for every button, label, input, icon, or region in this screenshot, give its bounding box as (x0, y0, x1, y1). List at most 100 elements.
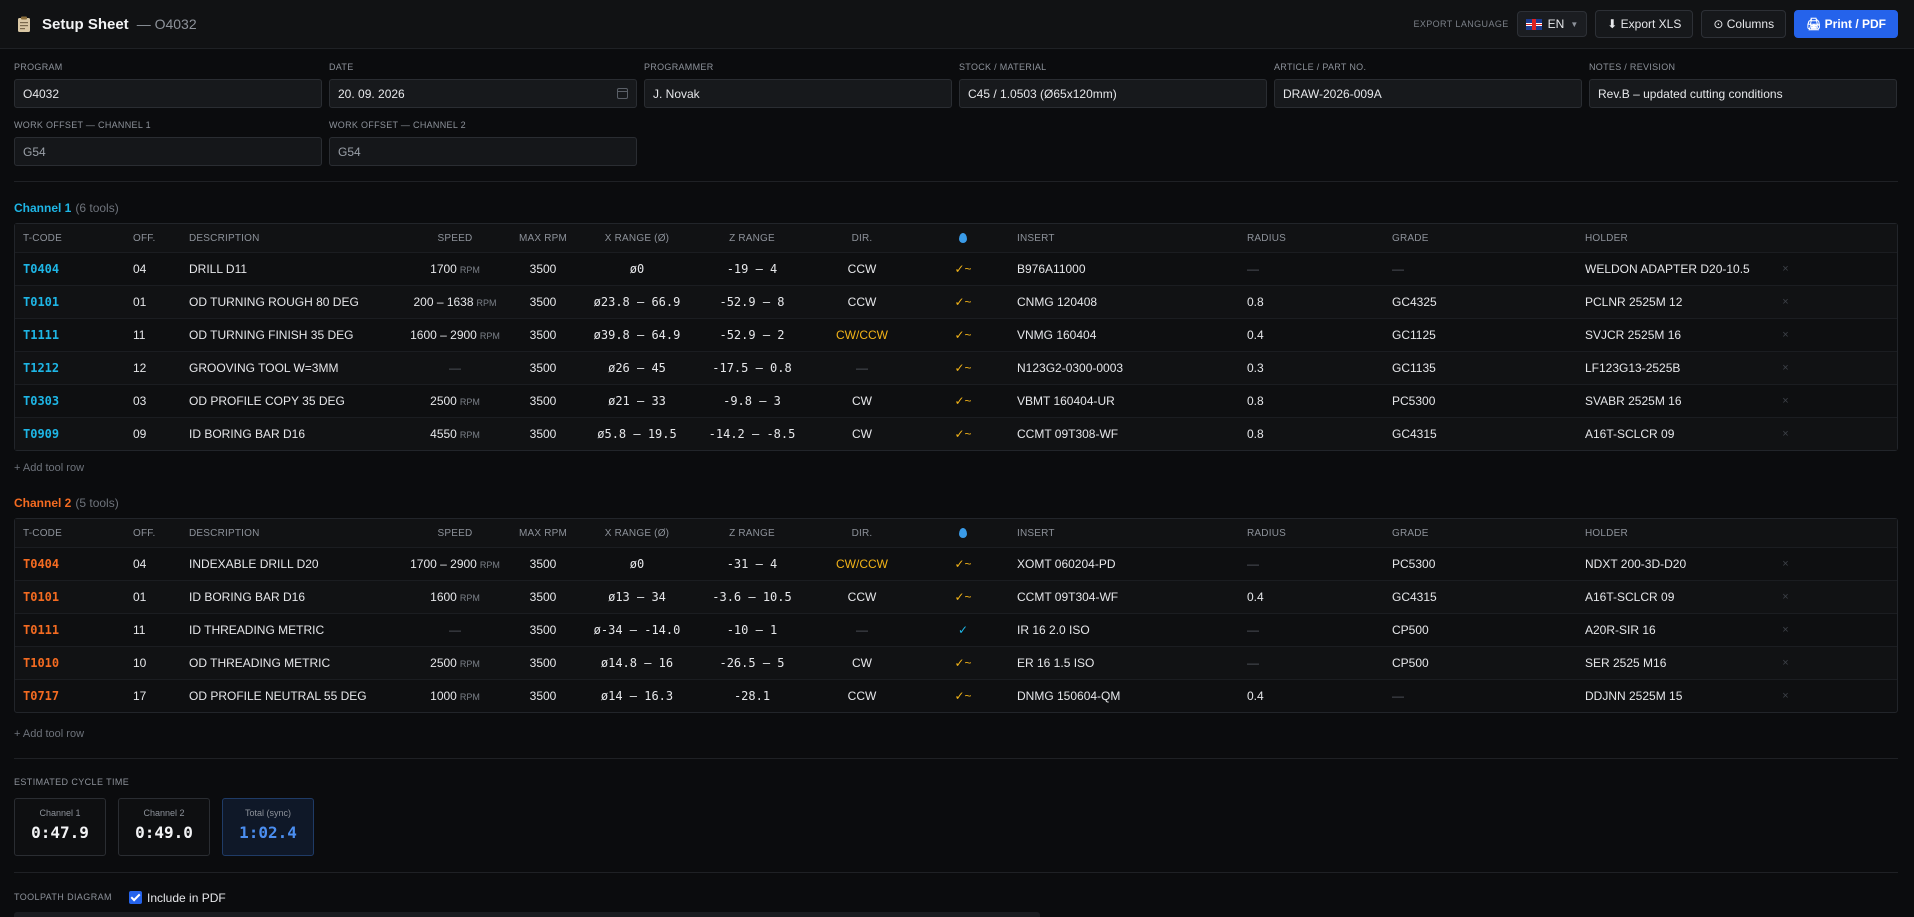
tcode-cell[interactable]: T0404 (15, 557, 125, 571)
radius-cell[interactable]: — (1239, 262, 1384, 276)
program-input[interactable]: O4032 (14, 79, 322, 108)
description-cell[interactable]: OD TURNING FINISH 35 DEG (181, 328, 401, 342)
grade-cell[interactable]: GC4325 (1384, 295, 1577, 309)
x-range-cell[interactable]: ø14 – 16.3 (577, 689, 697, 703)
z-range-cell[interactable]: -52.9 – 8 (697, 295, 807, 309)
description-cell[interactable]: INDEXABLE DRILL D20 (181, 557, 401, 571)
radius-cell[interactable]: 0.4 (1239, 590, 1384, 604)
tcode-cell[interactable]: T0909 (15, 427, 125, 441)
z-range-cell[interactable]: -28.1 (697, 689, 807, 703)
delete-row-icon[interactable]: × (1772, 428, 1799, 440)
offset-cell[interactable]: 04 (125, 262, 181, 276)
table-row[interactable]: T0909 09 ID BORING BAR D16 4550 RPM 3500 ø5.8 … (15, 417, 1897, 450)
description-cell[interactable]: OD PROFILE COPY 35 DEG (181, 394, 401, 408)
coolant-cell[interactable]: ✓~ (917, 262, 1009, 276)
max-rpm-cell[interactable]: 3500 (509, 328, 577, 342)
description-cell[interactable]: OD THREADING METRIC (181, 656, 401, 670)
tcode-cell[interactable]: T1212 (15, 361, 125, 375)
delete-row-icon[interactable]: × (1772, 296, 1799, 308)
grade-cell[interactable]: — (1384, 689, 1577, 703)
delete-row-icon[interactable]: × (1772, 329, 1799, 341)
x-range-cell[interactable]: ø23.8 – 66.9 (577, 295, 697, 309)
work-offset-ch1-input[interactable]: G54 (14, 137, 322, 166)
max-rpm-cell[interactable]: 3500 (509, 590, 577, 604)
x-range-cell[interactable]: ø5.8 – 19.5 (577, 427, 697, 441)
grade-cell[interactable]: GC4315 (1384, 590, 1577, 604)
description-cell[interactable]: ID THREADING METRIC (181, 623, 401, 637)
grade-cell[interactable]: CP500 (1384, 623, 1577, 637)
tcode-cell[interactable]: T0101 (15, 590, 125, 604)
offset-cell[interactable]: 09 (125, 427, 181, 441)
table-row[interactable]: T0717 17 OD PROFILE NEUTRAL 55 DEG 1000 RPM 3… (15, 679, 1897, 712)
speed-cell[interactable]: 1600 RPM (401, 590, 509, 604)
direction-cell[interactable]: — (807, 361, 917, 375)
print-pdf-button[interactable]: 🖨 Print / PDF (1794, 10, 1898, 38)
delete-row-icon[interactable]: × (1772, 690, 1799, 702)
tcode-cell[interactable]: T0111 (15, 623, 125, 637)
insert-cell[interactable]: VNMG 160404 (1009, 328, 1239, 342)
calendar-icon[interactable] (617, 88, 628, 99)
insert-cell[interactable]: VBMT 160404-UR (1009, 394, 1239, 408)
delete-row-icon[interactable]: × (1772, 624, 1799, 636)
insert-cell[interactable]: CCMT 09T308-WF (1009, 427, 1239, 441)
delete-row-icon[interactable]: × (1772, 362, 1799, 374)
tcode-cell[interactable]: T0303 (15, 394, 125, 408)
radius-cell[interactable]: 0.8 (1239, 427, 1384, 441)
table-row[interactable]: T0404 04 INDEXABLE DRILL D20 1700 – 2900 RPM… (15, 547, 1897, 580)
tcode-cell[interactable]: T0404 (15, 262, 125, 276)
holder-cell[interactable]: NDXT 200-3D-D20 (1577, 557, 1772, 571)
offset-cell[interactable]: 11 (125, 623, 181, 637)
offset-cell[interactable]: 10 (125, 656, 181, 670)
coolant-cell[interactable]: ✓~ (917, 361, 1009, 375)
direction-cell[interactable]: CW (807, 656, 917, 670)
table-row[interactable]: T0111 11 ID THREADING METRIC — 3500 ø-34 – -1… (15, 613, 1897, 646)
holder-cell[interactable]: SER 2525 M16 (1577, 656, 1772, 670)
insert-cell[interactable]: CCMT 09T304-WF (1009, 590, 1239, 604)
description-cell[interactable]: GROOVING TOOL W=3MM (181, 361, 401, 375)
grade-cell[interactable]: GC1135 (1384, 361, 1577, 375)
programmer-input[interactable]: J. Novak (644, 79, 952, 108)
z-range-cell[interactable]: -3.6 – 10.5 (697, 590, 807, 604)
x-range-cell[interactable]: ø0 (577, 262, 697, 276)
speed-cell[interactable]: 2500 RPM (401, 394, 509, 408)
include-pdf-option[interactable]: Include in PDF (129, 889, 226, 905)
max-rpm-cell[interactable]: 3500 (509, 427, 577, 441)
notes-input[interactable]: Rev.B – updated cutting conditions (1589, 79, 1897, 108)
description-cell[interactable]: OD PROFILE NEUTRAL 55 DEG (181, 689, 401, 703)
delete-row-icon[interactable]: × (1772, 591, 1799, 603)
speed-cell[interactable]: — (401, 623, 509, 637)
grade-cell[interactable]: GC1125 (1384, 328, 1577, 342)
z-range-cell[interactable]: -52.9 – 2 (697, 328, 807, 342)
radius-cell[interactable]: — (1239, 557, 1384, 571)
max-rpm-cell[interactable]: 3500 (509, 295, 577, 309)
holder-cell[interactable]: A16T-SCLCR 09 (1577, 590, 1772, 604)
direction-cell[interactable]: CW (807, 427, 917, 441)
speed-cell[interactable]: 1600 – 2900 RPM (401, 328, 509, 342)
grade-cell[interactable]: PC5300 (1384, 557, 1577, 571)
delete-row-icon[interactable]: × (1772, 558, 1799, 570)
radius-cell[interactable]: 0.4 (1239, 689, 1384, 703)
coolant-cell[interactable]: ✓~ (917, 656, 1009, 670)
max-rpm-cell[interactable]: 3500 (509, 656, 577, 670)
tcode-cell[interactable]: T1111 (15, 328, 125, 342)
z-range-cell[interactable]: -17.5 – 0.8 (697, 361, 807, 375)
stock-input[interactable]: C45 / 1.0503 (Ø65x120mm) (959, 79, 1267, 108)
max-rpm-cell[interactable]: 3500 (509, 361, 577, 375)
description-cell[interactable]: DRILL D11 (181, 262, 401, 276)
date-input[interactable]: 20. 09. 2026 (329, 79, 637, 108)
direction-cell[interactable]: — (807, 623, 917, 637)
table-row[interactable]: T0101 01 OD TURNING ROUGH 80 DEG 200 – 1638… (15, 285, 1897, 318)
grade-cell[interactable]: PC5300 (1384, 394, 1577, 408)
tcode-cell[interactable]: T0101 (15, 295, 125, 309)
speed-cell[interactable]: — (401, 361, 509, 375)
max-rpm-cell[interactable]: 3500 (509, 262, 577, 276)
coolant-cell[interactable]: ✓~ (917, 295, 1009, 309)
radius-cell[interactable]: 0.3 (1239, 361, 1384, 375)
holder-cell[interactable]: SVJCR 2525M 16 (1577, 328, 1772, 342)
max-rpm-cell[interactable]: 3500 (509, 623, 577, 637)
description-cell[interactable]: ID BORING BAR D16 (181, 427, 401, 441)
channel-2-add-row-button[interactable]: + Add tool row (14, 728, 84, 740)
holder-cell[interactable]: WELDON ADAPTER D20-10.5 (1577, 262, 1772, 276)
insert-cell[interactable]: XOMT 060204-PD (1009, 557, 1239, 571)
table-row[interactable]: T1111 11 OD TURNING FINISH 35 DEG 1600 – 29… (15, 318, 1897, 351)
